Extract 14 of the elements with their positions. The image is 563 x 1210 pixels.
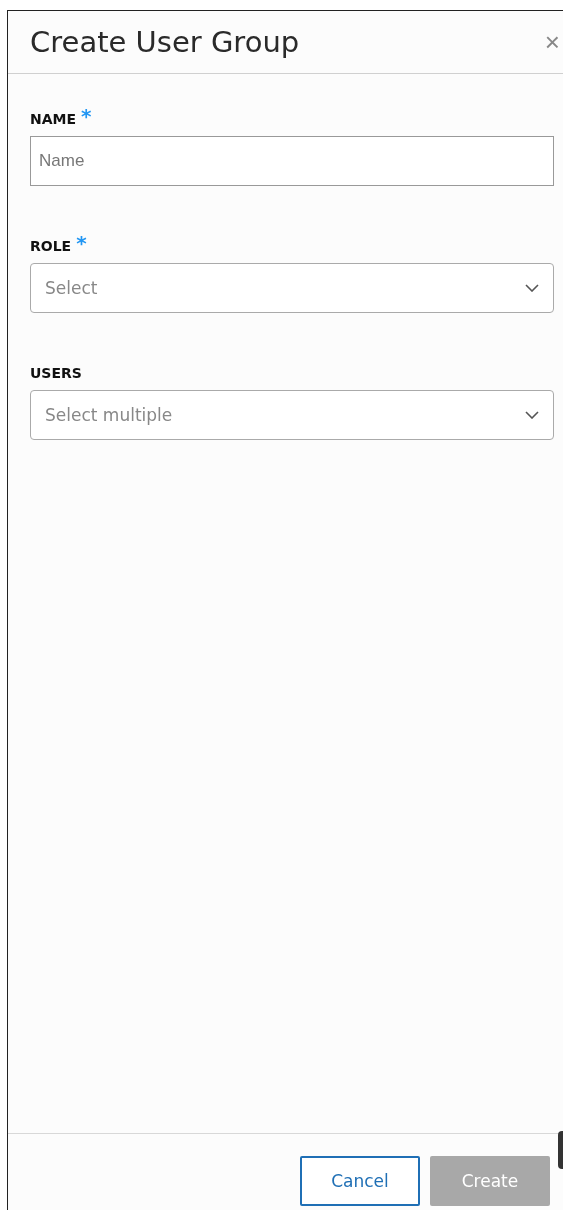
- required-asterisk: *: [81, 109, 92, 123]
- field-label: USERS: [30, 364, 82, 383]
- close-button[interactable]: ×: [540, 29, 563, 55]
- text-input[interactable]: Name: [30, 136, 554, 186]
- chevron-down-icon: [525, 284, 539, 292]
- select-dropdown[interactable]: Select multiple: [30, 390, 554, 440]
- required-asterisk: *: [76, 236, 87, 250]
- select-dropdown[interactable]: Select: [30, 263, 554, 313]
- cancel-button[interactable]: Cancel: [300, 1155, 420, 1206]
- panel-title: Create User Group: [30, 25, 300, 59]
- field-label: NAME: [30, 110, 77, 129]
- side-tab[interactable]: [558, 1131, 563, 1169]
- chevron-down-icon: [525, 411, 539, 419]
- field-label: ROLE: [30, 237, 72, 256]
